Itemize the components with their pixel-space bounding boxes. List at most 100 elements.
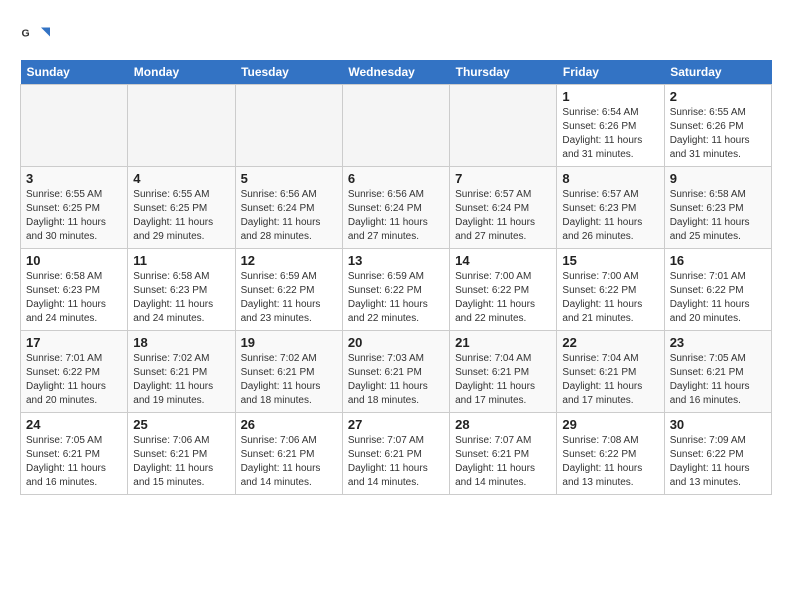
day-number: 18 <box>133 335 229 350</box>
day-number: 3 <box>26 171 122 186</box>
day-info: Sunrise: 6:57 AM Sunset: 6:24 PM Dayligh… <box>455 188 551 244</box>
day-info: Sunrise: 6:55 AM Sunset: 6:26 PM Dayligh… <box>670 106 766 162</box>
day-number: 14 <box>455 253 551 268</box>
weekday-header-tuesday: Tuesday <box>235 60 342 85</box>
calendar-cell: 18 Sunrise: 7:02 AM Sunset: 6:21 PM Dayli… <box>128 331 235 413</box>
week-row-3: 10 Sunrise: 6:58 AM Sunset: 6:23 PM Dayli… <box>21 249 772 331</box>
day-number: 12 <box>241 253 337 268</box>
day-number: 8 <box>562 171 658 186</box>
day-number: 23 <box>670 335 766 350</box>
weekday-header-thursday: Thursday <box>450 60 557 85</box>
calendar-cell: 24 Sunrise: 7:05 AM Sunset: 6:21 PM Dayli… <box>21 413 128 495</box>
day-info: Sunrise: 6:57 AM Sunset: 6:23 PM Dayligh… <box>562 188 658 244</box>
day-number: 9 <box>670 171 766 186</box>
week-row-4: 17 Sunrise: 7:01 AM Sunset: 6:22 PM Dayli… <box>21 331 772 413</box>
day-info: Sunrise: 7:02 AM Sunset: 6:21 PM Dayligh… <box>241 352 337 408</box>
day-info: Sunrise: 7:08 AM Sunset: 6:22 PM Dayligh… <box>562 434 658 490</box>
calendar-cell: 21Sunrise: 7:04 AM Sunset: 6:21 PM Dayli… <box>450 331 557 413</box>
calendar-cell: 13 Sunrise: 6:59 AM Sunset: 6:22 PM Dayli… <box>342 249 449 331</box>
day-number: 7 <box>455 171 551 186</box>
day-number: 1 <box>562 89 658 104</box>
calendar-cell: 11 Sunrise: 6:58 AM Sunset: 6:23 PM Dayli… <box>128 249 235 331</box>
day-number: 20 <box>348 335 444 350</box>
day-info: Sunrise: 7:09 AM Sunset: 6:22 PM Dayligh… <box>670 434 766 490</box>
calendar-cell: 30Sunrise: 7:09 AM Sunset: 6:22 PM Dayli… <box>664 413 771 495</box>
day-info: Sunrise: 6:56 AM Sunset: 6:24 PM Dayligh… <box>241 188 337 244</box>
day-number: 5 <box>241 171 337 186</box>
svg-text:G: G <box>22 28 30 40</box>
day-info: Sunrise: 6:58 AM Sunset: 6:23 PM Dayligh… <box>26 270 122 326</box>
day-info: Sunrise: 7:06 AM Sunset: 6:21 PM Dayligh… <box>241 434 337 490</box>
day-info: Sunrise: 7:06 AM Sunset: 6:21 PM Dayligh… <box>133 434 229 490</box>
day-info: Sunrise: 6:54 AM Sunset: 6:26 PM Dayligh… <box>562 106 658 162</box>
day-number: 26 <box>241 417 337 432</box>
day-number: 27 <box>348 417 444 432</box>
weekday-header-wednesday: Wednesday <box>342 60 449 85</box>
calendar-cell: 14 Sunrise: 7:00 AM Sunset: 6:22 PM Dayli… <box>450 249 557 331</box>
day-info: Sunrise: 7:07 AM Sunset: 6:21 PM Dayligh… <box>348 434 444 490</box>
calendar-cell: 19 Sunrise: 7:02 AM Sunset: 6:21 PM Dayli… <box>235 331 342 413</box>
calendar-cell: 8 Sunrise: 6:57 AM Sunset: 6:23 PM Daylig… <box>557 167 664 249</box>
weekday-header-row: SundayMondayTuesdayWednesdayThursdayFrid… <box>21 60 772 85</box>
day-number: 19 <box>241 335 337 350</box>
day-info: Sunrise: 7:04 AM Sunset: 6:21 PM Dayligh… <box>562 352 658 408</box>
calendar-cell: 4Sunrise: 6:55 AM Sunset: 6:25 PM Daylig… <box>128 167 235 249</box>
day-info: Sunrise: 7:01 AM Sunset: 6:22 PM Dayligh… <box>26 352 122 408</box>
calendar-cell: 12 Sunrise: 6:59 AM Sunset: 6:22 PM Dayli… <box>235 249 342 331</box>
day-info: Sunrise: 7:03 AM Sunset: 6:21 PM Dayligh… <box>348 352 444 408</box>
day-info: Sunrise: 6:59 AM Sunset: 6:22 PM Dayligh… <box>241 270 337 326</box>
day-number: 21 <box>455 335 551 350</box>
calendar-cell <box>235 85 342 167</box>
day-info: Sunrise: 6:58 AM Sunset: 6:23 PM Dayligh… <box>670 188 766 244</box>
calendar-cell <box>21 85 128 167</box>
calendar-cell: 25 Sunrise: 7:06 AM Sunset: 6:21 PM Dayli… <box>128 413 235 495</box>
calendar-cell: 23 Sunrise: 7:05 AM Sunset: 6:21 PM Dayli… <box>664 331 771 413</box>
day-number: 25 <box>133 417 229 432</box>
day-info: Sunrise: 7:01 AM Sunset: 6:22 PM Dayligh… <box>670 270 766 326</box>
calendar-cell: 28 Sunrise: 7:07 AM Sunset: 6:21 PM Dayli… <box>450 413 557 495</box>
day-info: Sunrise: 7:00 AM Sunset: 6:22 PM Dayligh… <box>455 270 551 326</box>
day-number: 29 <box>562 417 658 432</box>
day-number: 28 <box>455 417 551 432</box>
weekday-header-saturday: Saturday <box>664 60 771 85</box>
week-row-2: 3 Sunrise: 6:55 AM Sunset: 6:25 PM Daylig… <box>21 167 772 249</box>
day-info: Sunrise: 6:55 AM Sunset: 6:25 PM Dayligh… <box>133 188 229 244</box>
calendar-table: SundayMondayTuesdayWednesdayThursdayFrid… <box>20 60 772 495</box>
day-info: Sunrise: 7:07 AM Sunset: 6:21 PM Dayligh… <box>455 434 551 490</box>
day-number: 17 <box>26 335 122 350</box>
day-number: 22 <box>562 335 658 350</box>
day-number: 15 <box>562 253 658 268</box>
calendar-cell: 22 Sunrise: 7:04 AM Sunset: 6:21 PM Dayli… <box>557 331 664 413</box>
calendar-cell: 27 Sunrise: 7:07 AM Sunset: 6:21 PM Dayli… <box>342 413 449 495</box>
calendar-cell: 10 Sunrise: 6:58 AM Sunset: 6:23 PM Dayli… <box>21 249 128 331</box>
day-info: Sunrise: 7:02 AM Sunset: 6:21 PM Dayligh… <box>133 352 229 408</box>
day-info: Sunrise: 7:05 AM Sunset: 6:21 PM Dayligh… <box>670 352 766 408</box>
day-number: 6 <box>348 171 444 186</box>
day-info: Sunrise: 6:56 AM Sunset: 6:24 PM Dayligh… <box>348 188 444 244</box>
calendar-cell <box>342 85 449 167</box>
day-info: Sunrise: 6:59 AM Sunset: 6:22 PM Dayligh… <box>348 270 444 326</box>
day-number: 13 <box>348 253 444 268</box>
day-info: Sunrise: 6:58 AM Sunset: 6:23 PM Dayligh… <box>133 270 229 326</box>
weekday-header-monday: Monday <box>128 60 235 85</box>
day-info: Sunrise: 7:05 AM Sunset: 6:21 PM Dayligh… <box>26 434 122 490</box>
day-number: 24 <box>26 417 122 432</box>
week-row-1: 1 Sunrise: 6:54 AM Sunset: 6:26 PM Daylig… <box>21 85 772 167</box>
calendar-cell: 7 Sunrise: 6:57 AM Sunset: 6:24 PM Daylig… <box>450 167 557 249</box>
day-number: 11 <box>133 253 229 268</box>
day-number: 16 <box>670 253 766 268</box>
calendar-cell <box>450 85 557 167</box>
day-info: Sunrise: 7:00 AM Sunset: 6:22 PM Dayligh… <box>562 270 658 326</box>
calendar-cell: 2Sunrise: 6:55 AM Sunset: 6:26 PM Daylig… <box>664 85 771 167</box>
calendar-cell: 3Sunrise: 6:55 AM Sunset: 6:25 PM Daylig… <box>21 167 128 249</box>
calendar-cell: 1 Sunrise: 6:54 AM Sunset: 6:26 PM Daylig… <box>557 85 664 167</box>
page-header: G <box>20 20 772 50</box>
calendar-cell: 29 Sunrise: 7:08 AM Sunset: 6:22 PM Dayli… <box>557 413 664 495</box>
day-number: 10 <box>26 253 122 268</box>
calendar-cell: 26 Sunrise: 7:06 AM Sunset: 6:21 PM Dayli… <box>235 413 342 495</box>
logo-icon: G <box>20 20 50 50</box>
calendar-cell: 20 Sunrise: 7:03 AM Sunset: 6:21 PM Dayli… <box>342 331 449 413</box>
weekday-header-sunday: Sunday <box>21 60 128 85</box>
calendar-cell: 17 Sunrise: 7:01 AM Sunset: 6:22 PM Dayli… <box>21 331 128 413</box>
logo: G <box>20 20 54 50</box>
